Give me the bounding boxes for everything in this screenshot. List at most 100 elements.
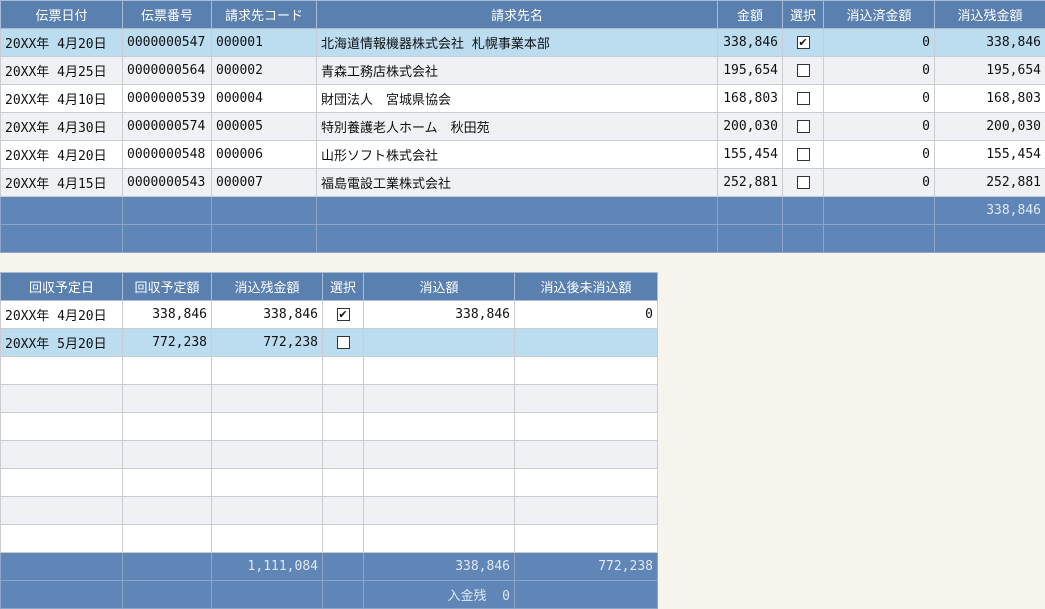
empty-cell [515, 385, 658, 413]
empty-cell [212, 497, 323, 525]
empty-row [1, 497, 658, 525]
empty-row [1, 413, 658, 441]
schedule-header-row: 回収予定日 回収予定額 消込残金額 選択 消込額 消込後未消込額 [1, 273, 658, 301]
cell-sched-after [515, 329, 658, 357]
schedule-total-cleared: 338,846 [364, 553, 515, 581]
cell-date: 20XX年 4月30日 [1, 113, 123, 141]
deposit-label: 入金残 [448, 589, 487, 604]
select-checkbox[interactable] [797, 64, 810, 77]
cell-slip-no: 0000000543 [123, 169, 212, 197]
header-sched-select[interactable]: 選択 [323, 273, 364, 301]
header-client-code[interactable]: 請求先コード [212, 1, 317, 29]
empty-cell [123, 413, 212, 441]
header-date[interactable]: 伝票日付 [1, 1, 123, 29]
cell-slip-no: 0000000574 [123, 113, 212, 141]
cell-due-date: 20XX年 5月20日 [1, 329, 123, 357]
empty-cell [212, 441, 323, 469]
cell-sched-cleared[interactable]: 338,846 [364, 301, 515, 329]
select-cell[interactable] [783, 141, 824, 169]
select-checkbox[interactable]: ✔ [337, 308, 350, 321]
invoice-total-remaining: 338,846 [935, 197, 1045, 225]
header-due-date[interactable]: 回収予定日 [1, 273, 123, 301]
empty-cell [364, 469, 515, 497]
select-cell[interactable] [323, 329, 364, 357]
cell-client-name: 福島電設工業株式会社 [317, 169, 718, 197]
empty-cell [515, 357, 658, 385]
schedule-total-remaining: 1,111,084 [212, 553, 323, 581]
schedule-footer-row: 1,111,084 338,846 772,238 [1, 553, 658, 581]
table-row[interactable]: 20XX年 4月10日0000000539000004財団法人 宮城県協会168… [1, 85, 1045, 113]
cell-cleared: 0 [824, 169, 935, 197]
select-cell[interactable]: ✔ [323, 301, 364, 329]
cell-client-name: 財団法人 宮城県協会 [317, 85, 718, 113]
empty-cell [212, 413, 323, 441]
select-checkbox[interactable] [797, 176, 810, 189]
empty-cell [364, 441, 515, 469]
schedule-table: 回収予定日 回収予定額 消込残金額 選択 消込額 消込後未消込額 20XX年 4… [0, 272, 658, 609]
select-cell[interactable] [783, 169, 824, 197]
empty-row [1, 525, 658, 553]
cell-slip-no: 0000000564 [123, 57, 212, 85]
empty-cell [123, 357, 212, 385]
empty-cell [323, 357, 364, 385]
empty-cell [515, 469, 658, 497]
empty-cell [1, 497, 123, 525]
empty-cell [123, 441, 212, 469]
select-checkbox[interactable]: ✔ [797, 36, 810, 49]
empty-cell [123, 497, 212, 525]
empty-cell [123, 385, 212, 413]
header-sched-remaining[interactable]: 消込残金額 [212, 273, 323, 301]
select-checkbox[interactable] [797, 120, 810, 133]
select-cell[interactable]: ✔ [783, 29, 824, 57]
select-cell[interactable] [783, 57, 824, 85]
table-row[interactable]: 20XX年 4月20日0000000547000001北海道情報機器株式会社 札… [1, 29, 1045, 57]
empty-row [1, 441, 658, 469]
cell-slip-no: 0000000548 [123, 141, 212, 169]
empty-cell [323, 469, 364, 497]
empty-cell [1, 357, 123, 385]
table-row[interactable]: 20XX年 5月20日772,238772,238 [1, 329, 658, 357]
select-checkbox[interactable] [337, 336, 350, 349]
empty-cell [364, 497, 515, 525]
select-cell[interactable] [783, 113, 824, 141]
cell-amount: 252,881 [718, 169, 783, 197]
deposit-value: 0 [502, 589, 510, 604]
cell-client-code: 000002 [212, 57, 317, 85]
cell-remaining: 195,654 [935, 57, 1045, 85]
header-select[interactable]: 選択 [783, 1, 824, 29]
cell-sched-cleared[interactable] [364, 329, 515, 357]
empty-cell [364, 413, 515, 441]
header-remaining[interactable]: 消込残金額 [935, 1, 1045, 29]
cell-remaining: 252,881 [935, 169, 1045, 197]
select-checkbox[interactable] [797, 148, 810, 161]
header-amount[interactable]: 金額 [718, 1, 783, 29]
table-row[interactable]: 20XX年 4月15日0000000543000007福島電設工業株式会社252… [1, 169, 1045, 197]
header-slip-no[interactable]: 伝票番号 [123, 1, 212, 29]
header-sched-cleared[interactable]: 消込額 [364, 273, 515, 301]
header-client-name[interactable]: 請求先名 [317, 1, 718, 29]
cell-remaining: 168,803 [935, 85, 1045, 113]
empty-cell [515, 497, 658, 525]
select-checkbox[interactable] [797, 92, 810, 105]
table-row[interactable]: 20XX年 4月25日0000000564000002青森工務店株式会社195,… [1, 57, 1045, 85]
table-row[interactable]: 20XX年 4月20日338,846338,846✔338,8460 [1, 301, 658, 329]
table-row[interactable]: 20XX年 4月30日0000000574000005特別養護老人ホーム 秋田苑… [1, 113, 1045, 141]
cell-cleared: 0 [824, 29, 935, 57]
invoice-table: 伝票日付 伝票番号 請求先コード 請求先名 金額 選択 消込済金額 消込残金額 … [0, 0, 1045, 253]
cell-cleared: 0 [824, 141, 935, 169]
select-cell[interactable] [783, 85, 824, 113]
table-row[interactable]: 20XX年 4月20日0000000548000006山形ソフト株式会社155,… [1, 141, 1045, 169]
cell-remaining: 155,454 [935, 141, 1045, 169]
header-cleared[interactable]: 消込済金額 [824, 1, 935, 29]
invoice-footer-row-2 [1, 225, 1045, 253]
empty-cell [212, 385, 323, 413]
empty-row [1, 357, 658, 385]
header-sched-after[interactable]: 消込後未消込額 [515, 273, 658, 301]
cell-due-amount: 338,846 [123, 301, 212, 329]
cell-sched-remaining: 338,846 [212, 301, 323, 329]
header-due-amount[interactable]: 回収予定額 [123, 273, 212, 301]
cell-client-name: 山形ソフト株式会社 [317, 141, 718, 169]
empty-cell [1, 441, 123, 469]
empty-cell [364, 385, 515, 413]
cell-amount: 200,030 [718, 113, 783, 141]
